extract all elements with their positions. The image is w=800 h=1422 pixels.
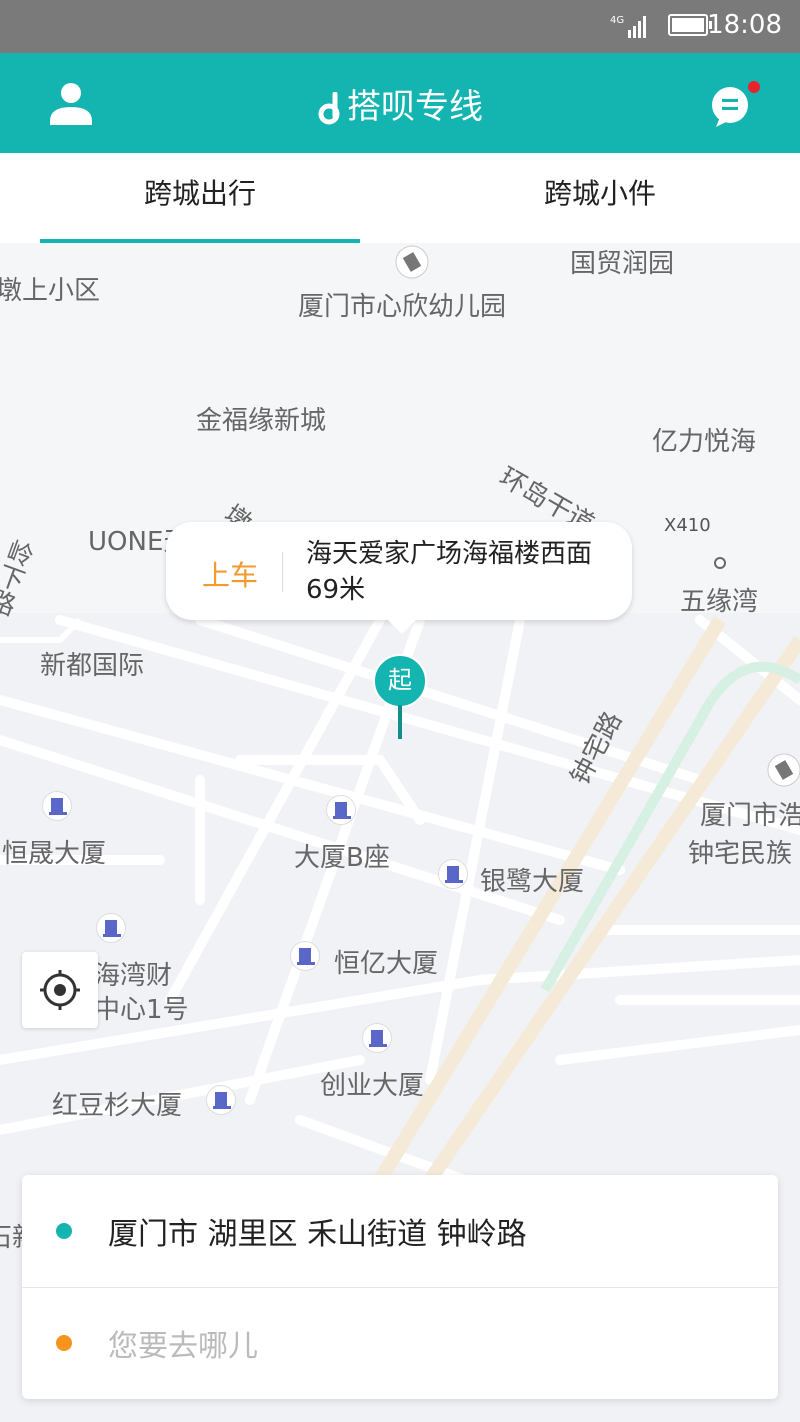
destination-field[interactable]: 您要去哪儿 — [22, 1287, 778, 1399]
origin-dot — [56, 1223, 72, 1239]
tab-label: 跨城出行 — [143, 177, 256, 210]
building-icon — [42, 791, 72, 821]
status-bar: 4G 18:08 — [0, 0, 800, 53]
map-label: 海湾财 — [94, 961, 173, 991]
logo-icon — [318, 91, 340, 124]
tab-label: 跨城小件 — [543, 177, 656, 210]
building-icon — [326, 795, 356, 825]
map-label: 厦门市心欣幼儿园 — [298, 292, 507, 322]
tab-bar: 跨城出行 跨城小件 — [0, 153, 800, 243]
map-label: 国贸润园 — [570, 249, 675, 279]
map-label: 银鹭大厦 — [480, 867, 585, 897]
map-label: 厦门市浩 — [700, 801, 800, 831]
origin-field[interactable]: 厦门市 湖里区 禾山街道 钟岭路 — [22, 1175, 778, 1288]
map-label: 金福缘新城 — [196, 406, 327, 436]
pickup-bubble[interactable]: 上车 海天爱家广场海福楼西面69米 — [166, 522, 632, 634]
map-label: 创业大厦 — [320, 1071, 425, 1101]
message-button[interactable] — [708, 81, 760, 131]
crosshair-icon — [40, 970, 80, 1010]
destination-placeholder: 您要去哪儿 — [108, 1329, 258, 1364]
building-icon — [206, 1085, 236, 1115]
map-label: 新都国际 — [40, 651, 145, 681]
route-card: 厦门市 湖里区 禾山街道 钟岭路 您要去哪儿 — [22, 1175, 778, 1399]
battery-icon — [668, 14, 712, 36]
network-type: 4G — [610, 15, 624, 26]
destination-dot — [56, 1335, 72, 1351]
pickup-address: 海天爱家广场海福楼西面69米 — [306, 539, 593, 605]
map-label: 钟宅民族 — [688, 839, 793, 869]
locate-button[interactable] — [22, 952, 98, 1028]
app-title: 搭呗专线 — [0, 79, 800, 128]
pin-stem — [398, 705, 402, 739]
building-icon — [438, 859, 468, 889]
building-icon — [290, 941, 320, 971]
status-time: 18:08 — [707, 10, 782, 40]
map-label: 五缘湾 — [680, 587, 759, 617]
map-label: 中心1号 — [94, 995, 189, 1025]
building-icon — [362, 1023, 392, 1053]
tab-cross-city-travel[interactable]: 跨城出行 — [0, 153, 400, 243]
pickup-tag: 上车 — [202, 559, 259, 592]
signal-icon: 4G — [610, 15, 646, 38]
map-label: 红豆杉大厦 — [52, 1091, 183, 1121]
divider — [282, 552, 283, 592]
app-title-text: 搭呗专线 — [347, 87, 483, 127]
start-pin-icon: 起 — [373, 654, 427, 708]
map-label: X410 — [664, 515, 711, 536]
map-label: 恒晟大厦 — [2, 839, 107, 869]
map-label: 恒亿大厦 — [334, 949, 439, 979]
app-header: 搭呗专线 — [0, 53, 800, 153]
tab-cross-city-parcel[interactable]: 跨城小件 — [400, 153, 800, 243]
building-icon — [96, 913, 126, 943]
map-label: 大厦B座 — [294, 843, 390, 873]
map-label: 墩上小区 — [0, 276, 101, 306]
map-label: 亿力悦海 — [652, 427, 757, 457]
origin-text: 厦门市 湖里区 禾山街道 钟岭路 — [108, 1217, 527, 1252]
unread-dot — [748, 81, 760, 93]
